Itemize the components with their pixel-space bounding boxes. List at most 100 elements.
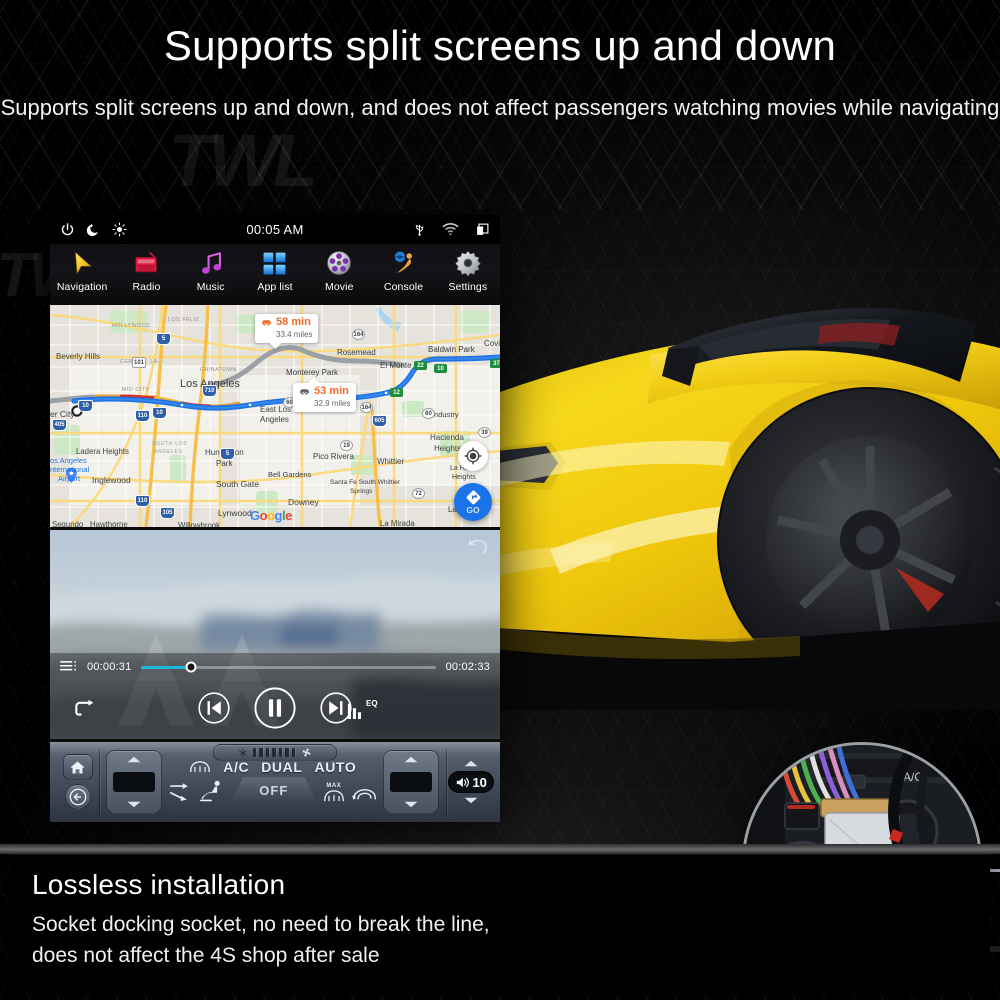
route-eta-alternate[interactable]: 53 min 32.9 miles bbox=[293, 383, 357, 412]
caption-line-2: does not affect the 4S shop after sale bbox=[32, 943, 380, 967]
google-logo: Google bbox=[250, 508, 292, 523]
music-note-icon bbox=[198, 248, 224, 278]
ac-label[interactable]: A/C bbox=[223, 759, 249, 775]
go-button[interactable]: GO bbox=[454, 483, 492, 521]
traffic-badge: 37 bbox=[490, 359, 500, 368]
volume-value: 10 bbox=[472, 774, 487, 790]
radio-icon bbox=[133, 248, 159, 278]
navigation-map[interactable]: HOLLYWOODLOS FELIZBeverly HillsCENTRAL L… bbox=[50, 305, 500, 527]
eta-distance: 33.4 miles bbox=[276, 329, 313, 339]
passenger-temperature-rocker[interactable] bbox=[383, 750, 440, 814]
volume-up-icon[interactable] bbox=[463, 759, 479, 768]
video-seek-slider[interactable] bbox=[141, 661, 436, 673]
crosshair-icon bbox=[464, 447, 482, 465]
app-music[interactable]: Music bbox=[179, 244, 243, 305]
recents-icon[interactable] bbox=[475, 222, 490, 237]
app-grid-icon bbox=[262, 248, 287, 278]
volume-down-icon[interactable] bbox=[463, 796, 479, 805]
home-button[interactable] bbox=[62, 754, 93, 780]
app-label: App list bbox=[257, 281, 293, 293]
traffic-badge: 12 bbox=[390, 388, 403, 397]
page-title: Supports split screens up and down bbox=[163, 22, 837, 69]
navigation-arrow-icon bbox=[69, 248, 95, 278]
fan-segment bbox=[278, 748, 283, 757]
fan-segment bbox=[252, 748, 257, 757]
playlist-icon[interactable] bbox=[60, 660, 77, 674]
recirculation-icon[interactable] bbox=[351, 787, 377, 803]
speaker-icon bbox=[457, 777, 470, 787]
previous-button[interactable] bbox=[197, 691, 231, 730]
equalizer-icon bbox=[347, 703, 362, 719]
video-seek-row[interactable]: 00:00:31 00:02:33 bbox=[50, 653, 500, 681]
video-total-time: 00:02:33 bbox=[445, 661, 490, 673]
status-bar: 00:05 AM bbox=[50, 215, 500, 243]
video-player[interactable]: 00:00:31 00:02:33 EQ bbox=[50, 527, 500, 739]
dual-label[interactable]: DUAL bbox=[261, 759, 302, 775]
chevron-down-icon[interactable] bbox=[403, 800, 419, 809]
fan-icon bbox=[302, 748, 311, 757]
app-label: Navigation bbox=[56, 281, 108, 293]
go-button-label: GO bbox=[466, 505, 480, 515]
driver-temperature-rocker[interactable] bbox=[106, 750, 163, 814]
film-reel-icon bbox=[326, 248, 352, 278]
repeat-icon bbox=[75, 699, 94, 716]
gear-icon bbox=[454, 248, 481, 278]
seat-airflow-icon[interactable] bbox=[199, 779, 225, 803]
fan-segment bbox=[291, 748, 296, 757]
app-app-list[interactable]: App list bbox=[243, 244, 307, 305]
traffic-badge: 22 bbox=[414, 361, 427, 370]
passenger-temperature-display bbox=[390, 772, 433, 792]
app-settings[interactable]: Settings bbox=[436, 244, 500, 305]
wifi-icon bbox=[442, 223, 459, 236]
video-seek-fill bbox=[141, 665, 192, 669]
front-defrost-icon[interactable] bbox=[323, 789, 345, 803]
app-label: Movie bbox=[325, 281, 354, 293]
page-subtitle: Supports split screens up and down, and … bbox=[0, 95, 1000, 121]
back-icon bbox=[69, 788, 86, 806]
chevron-down-icon[interactable] bbox=[126, 800, 142, 809]
app-label: Music bbox=[196, 281, 225, 293]
traffic-badge: 10 bbox=[434, 364, 447, 373]
pause-icon bbox=[254, 686, 296, 729]
climate-off-button[interactable]: OFF bbox=[230, 777, 317, 803]
watermark: TWL bbox=[168, 119, 318, 202]
app-radio[interactable]: Radio bbox=[114, 244, 178, 305]
eq-button[interactable]: EQ bbox=[347, 699, 378, 720]
headline-block: Supports split screens up and down Suppo… bbox=[0, 22, 1000, 124]
video-controls: EQ bbox=[50, 681, 500, 739]
app-movie[interactable]: Movie bbox=[307, 244, 371, 305]
skip-back-icon bbox=[198, 691, 230, 724]
recenter-location-button[interactable] bbox=[458, 441, 488, 471]
app-label: Radio bbox=[132, 281, 161, 293]
airflow-direction-icon[interactable] bbox=[169, 781, 193, 803]
head-unit: 00:05 AM Navigation Radio Music App list… bbox=[50, 215, 500, 830]
pause-button[interactable] bbox=[253, 686, 297, 735]
eta-duration: 53 min bbox=[314, 385, 349, 397]
repeat-button[interactable] bbox=[72, 698, 98, 723]
navigate-diamond-icon bbox=[466, 490, 480, 505]
app-navigation[interactable]: Navigation bbox=[50, 244, 114, 305]
auto-label[interactable]: AUTO bbox=[315, 759, 357, 775]
car-icon bbox=[300, 389, 309, 395]
route-eta-primary[interactable]: 58 min 33.4 miles bbox=[255, 314, 319, 343]
usb-icon bbox=[415, 224, 424, 236]
chevron-up-icon[interactable] bbox=[126, 755, 142, 764]
video-seek-knob[interactable] bbox=[185, 661, 197, 673]
replay-icon[interactable] bbox=[466, 538, 488, 558]
caption-top-bar bbox=[0, 844, 1000, 854]
home-icon bbox=[70, 761, 85, 773]
chevron-up-icon[interactable] bbox=[403, 755, 419, 764]
car-icon bbox=[262, 320, 271, 326]
app-dock: Navigation Radio Music App list Movie Co… bbox=[50, 243, 500, 305]
back-button[interactable] bbox=[64, 784, 91, 810]
caption-title: Lossless installation bbox=[32, 869, 286, 900]
app-label: Settings bbox=[448, 281, 488, 293]
video-current-time: 00:00:31 bbox=[87, 661, 132, 673]
fan-segment bbox=[265, 748, 270, 757]
caption-panel: Lossless installation Socket docking soc… bbox=[10, 854, 990, 992]
caption-line-1: Socket docking socket, no need to break … bbox=[32, 913, 490, 936]
app-console[interactable]: Console bbox=[371, 244, 435, 305]
volume-display[interactable]: 10 bbox=[448, 771, 495, 793]
rear-defrost-icon[interactable] bbox=[189, 760, 211, 774]
driver-temperature-display bbox=[113, 772, 156, 792]
